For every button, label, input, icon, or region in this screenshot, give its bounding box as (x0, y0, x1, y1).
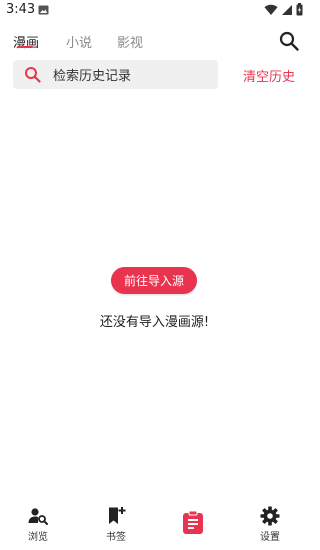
wifi-icon (264, 4, 278, 15)
status-time: 3:43 (6, 2, 36, 17)
top-tabs: 漫画 小说 影视 (0, 26, 309, 54)
nav-label-bookmarks: 书签 (106, 532, 126, 543)
nav-settings[interactable]: 设置 (245, 506, 295, 543)
history-search-box[interactable]: 检索历史记录 (13, 60, 218, 89)
status-bar: 3:43 (0, 0, 309, 22)
search-icon (25, 67, 41, 83)
goto-source-button[interactable]: 前往导入源 (111, 267, 197, 294)
clipboard-list-icon (183, 511, 203, 534)
nav-label-settings: 设置 (260, 532, 280, 543)
empty-state-message: 还没有导入漫画源! (99, 315, 210, 330)
bottom-nav: 浏览 书签 设置 (0, 500, 309, 550)
search-placeholder: 检索历史记录 (53, 69, 132, 84)
clear-history-button[interactable]: 清空历史 (243, 66, 295, 85)
nav-bookmarks[interactable]: 书签 (91, 506, 141, 543)
signal-icon (282, 4, 292, 15)
status-icons (264, 3, 303, 16)
active-tab-indicator (17, 46, 33, 48)
nav-label-browse: 浏览 (28, 532, 48, 543)
search-icon[interactable] (278, 30, 300, 52)
person-search-icon (28, 508, 48, 525)
gear-icon (260, 506, 280, 526)
bookmark-add-icon (109, 507, 126, 524)
tab-videos[interactable]: 影视 (117, 32, 143, 51)
tab-novels[interactable]: 小说 (66, 32, 92, 51)
nav-browse[interactable]: 浏览 (13, 506, 63, 543)
image-notification-icon (38, 5, 49, 15)
tab-comics[interactable]: 漫画 (13, 32, 39, 51)
battery-icon (296, 3, 303, 16)
nav-history[interactable] (168, 511, 218, 535)
